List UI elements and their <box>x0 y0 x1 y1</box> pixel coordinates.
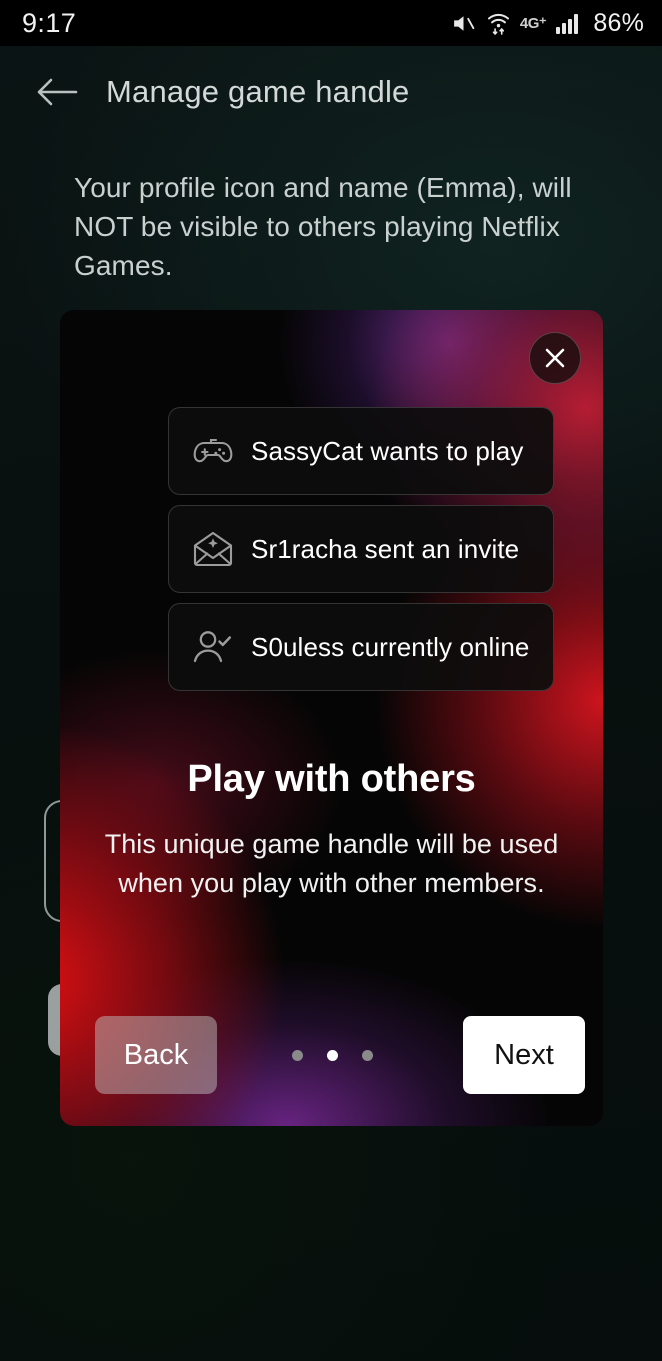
modal-headline: Play with others <box>187 758 476 800</box>
gamepad-icon <box>191 433 247 469</box>
envelope-star-icon <box>191 530 247 568</box>
back-arrow-icon[interactable] <box>26 75 88 109</box>
pagination-dot-2[interactable] <box>326 1049 338 1061</box>
list-item[interactable]: Sr1racha sent an invite <box>168 505 554 593</box>
person-check-icon <box>191 628 247 666</box>
phone-screen: 9:17 4G⁺ 86% Manage game handle Your pro… <box>0 0 662 1361</box>
list-item-label: Sr1racha sent an invite <box>251 533 520 564</box>
list-item[interactable]: SassyCat wants to play <box>168 407 554 495</box>
close-x-icon[interactable] <box>529 332 581 384</box>
status-icons: 4G⁺ 86% <box>450 9 644 38</box>
next-button[interactable]: Next <box>463 1016 585 1094</box>
pagination-dots <box>291 1049 373 1061</box>
modal-subcopy: This unique game handle will be used whe… <box>104 829 559 898</box>
signal-bars-icon <box>555 11 582 35</box>
volume-mute-icon <box>450 11 477 36</box>
pagination-dot-3[interactable] <box>361 1049 373 1061</box>
profile-visibility-description: Your profile icon and name (Emma), will … <box>74 172 572 281</box>
list-item[interactable]: S0uless currently online <box>168 603 554 691</box>
pagination-dot-1[interactable] <box>291 1049 303 1061</box>
status-time: 9:17 <box>22 7 77 38</box>
play-with-others-modal: SassyCat wants to play Sr1racha sent an … <box>60 310 603 1126</box>
page-title: Manage game handle <box>106 74 410 109</box>
battery-percentage: 86% <box>593 8 644 37</box>
list-item-label: SassyCat wants to play <box>251 435 524 466</box>
back-button[interactable]: Back <box>95 1016 217 1094</box>
list-item-label: S0uless currently online <box>251 631 530 662</box>
notification-preview-list: SassyCat wants to play Sr1racha sent an … <box>168 407 554 701</box>
modal-footer: Back Next <box>60 1016 603 1094</box>
wifi-data-icon <box>486 10 511 36</box>
status-bar: 9:17 4G⁺ 86% <box>0 0 662 46</box>
network-4g-icon: 4G⁺ <box>519 15 547 32</box>
app-bar: Manage game handle <box>0 46 662 138</box>
